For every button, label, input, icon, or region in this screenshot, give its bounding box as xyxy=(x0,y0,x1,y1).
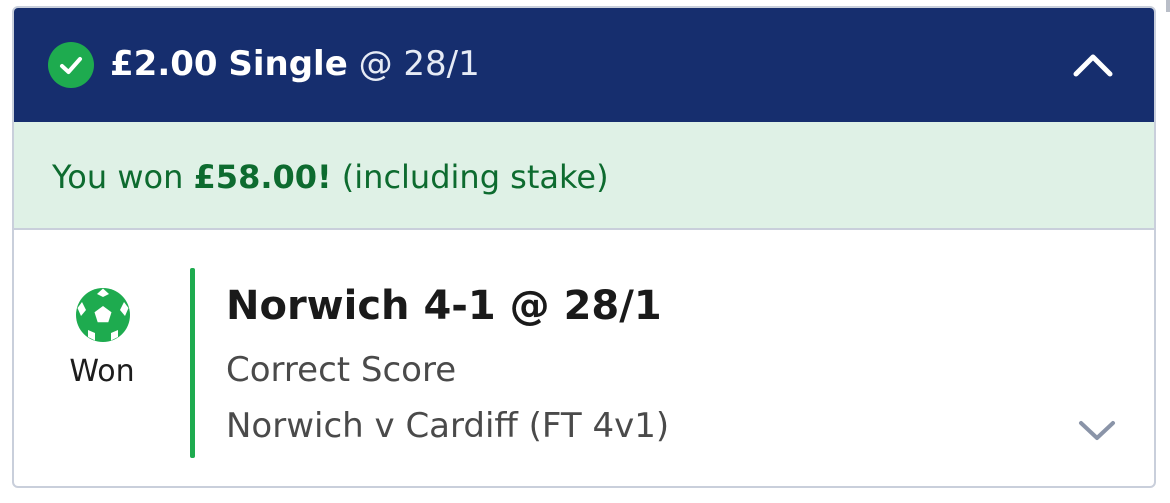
bet-type: Single xyxy=(228,44,348,84)
bet-header[interactable]: £2.00 Single @ 28/1 xyxy=(14,8,1154,122)
win-suffix: (including stake) xyxy=(341,158,609,196)
bet-card: £2.00 Single @ 28/1 You won £58.00! (inc… xyxy=(12,6,1156,488)
bet-summary-title: £2.00 Single @ 28/1 xyxy=(110,41,480,87)
selection-market: Correct Score xyxy=(226,350,457,390)
win-prefix: You won xyxy=(52,158,184,196)
selection-row: Won Norwich 4-1 @ 28/1 Correct Score Nor… xyxy=(14,230,1154,486)
win-message: You won £58.00! (including stake) xyxy=(52,156,609,198)
win-amount: £58.00! xyxy=(193,158,332,196)
bet-stake: £2.00 xyxy=(110,44,218,84)
bet-odds: @ 28/1 xyxy=(358,44,480,84)
chevron-up-icon xyxy=(1073,54,1113,77)
chevron-down-icon xyxy=(1079,421,1115,440)
check-circle-icon xyxy=(48,42,94,88)
selection-status: Won xyxy=(69,354,135,389)
expand-button[interactable] xyxy=(1072,412,1122,448)
football-icon xyxy=(74,286,132,344)
collapse-button[interactable] xyxy=(1066,42,1120,86)
scrollbar-thumb[interactable] xyxy=(1166,0,1170,12)
selection-event: Norwich v Cardiff (FT 4v1) xyxy=(226,406,670,446)
status-divider xyxy=(190,268,195,458)
win-banner: You won £58.00! (including stake) xyxy=(14,122,1154,230)
selection-title: Norwich 4-1 @ 28/1 xyxy=(226,283,662,329)
